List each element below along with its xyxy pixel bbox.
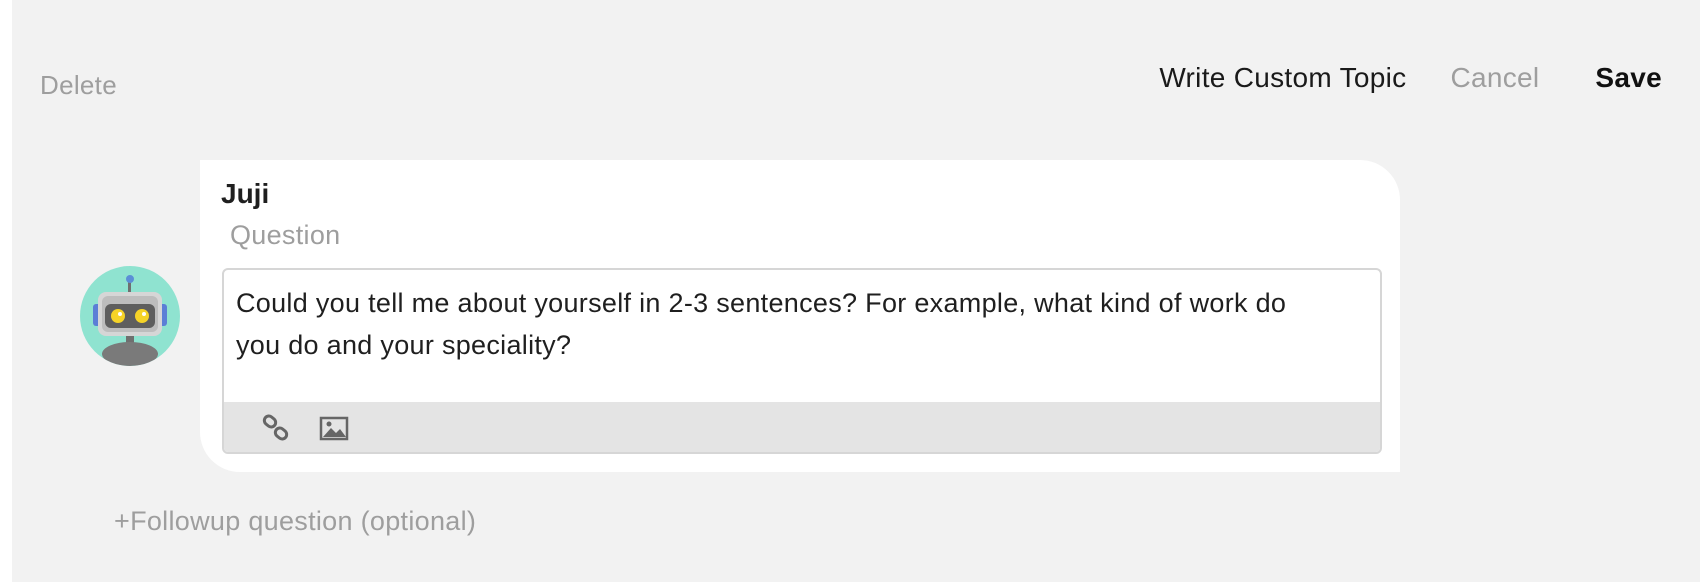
question-text[interactable]: Could you tell me about yourself in 2-3 … <box>236 282 1320 366</box>
question-label: Question <box>230 220 341 250</box>
topic-editor-panel: Delete Write Custom Topic Cancel Save Ju… <box>12 0 1700 582</box>
add-followup-question-link[interactable]: +Followup question (optional) <box>114 506 476 537</box>
write-custom-topic-button[interactable]: Write Custom Topic <box>1159 62 1406 94</box>
save-button[interactable]: Save <box>1595 62 1662 94</box>
question-editor[interactable]: Could you tell me about yourself in 2-3 … <box>222 268 1382 454</box>
editor-toolbar <box>224 402 1380 452</box>
delete-button[interactable]: Delete <box>40 70 117 101</box>
robot-avatar-icon <box>80 266 180 366</box>
message-bubble: Juji Question Could you tell me about yo… <box>200 160 1400 472</box>
cancel-button[interactable]: Cancel <box>1450 62 1539 94</box>
header-actions: Write Custom Topic Cancel Save <box>1159 62 1662 94</box>
bot-name: Juji <box>221 178 270 209</box>
image-icon[interactable] <box>318 412 350 444</box>
link-icon[interactable] <box>260 412 292 444</box>
